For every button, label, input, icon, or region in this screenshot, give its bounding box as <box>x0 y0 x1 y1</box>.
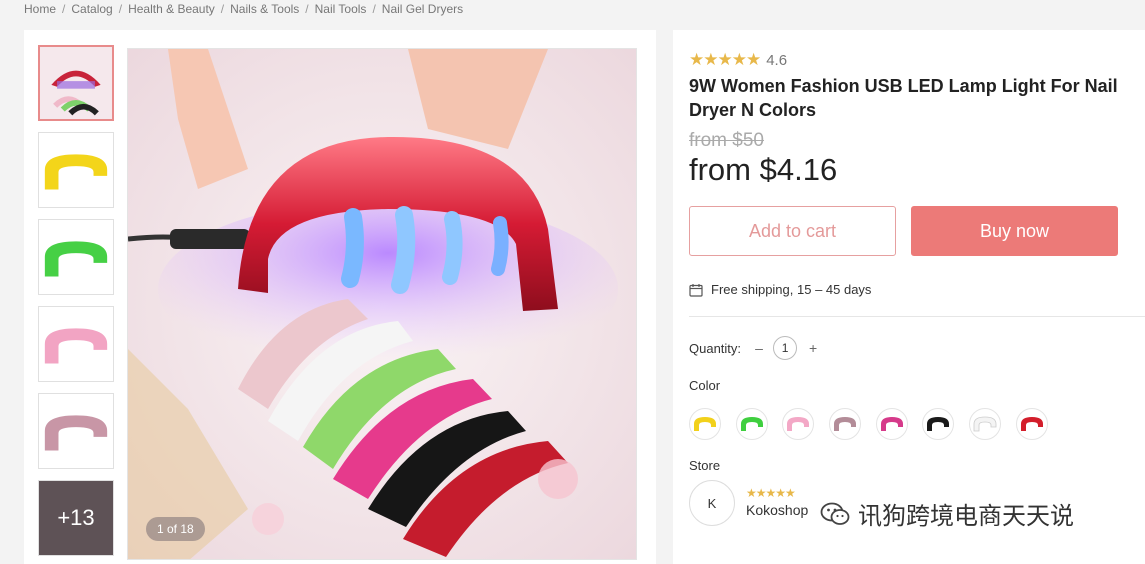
color-swatch-list <box>689 408 1063 440</box>
shipping-text: Free shipping, 15 – 45 days <box>711 282 872 297</box>
thumbnail-1[interactable] <box>38 45 114 121</box>
store-label: Store <box>689 458 721 473</box>
thumbnail-3[interactable] <box>38 219 114 295</box>
image-counter: 1 of 18 <box>146 517 205 541</box>
color-swatch-2[interactable] <box>735 408 768 440</box>
quantity-increase-button[interactable]: + <box>805 340 821 356</box>
breadcrumb-catalog[interactable]: Catalog <box>71 2 112 16</box>
product-title: 9W Women Fashion USB LED Lamp Light For … <box>689 76 1118 120</box>
buy-now-button[interactable]: Buy now <box>911 206 1118 256</box>
breadcrumb-health-beauty[interactable]: Health & Beauty <box>128 2 215 16</box>
quantity-value[interactable]: 1 <box>773 336 798 360</box>
color-swatch-5[interactable] <box>875 408 908 440</box>
thumbnail-more[interactable]: +13 <box>38 480 114 556</box>
product-rating: ★★★★★ 4.6 <box>689 50 787 70</box>
breadcrumb-nail-tools[interactable]: Nail Tools <box>315 2 367 16</box>
breadcrumb: Home / Catalog / Health & Beauty / Nails & Too… <box>24 2 463 16</box>
store-avatar[interactable]: K <box>689 480 735 526</box>
quantity-stepper: Quantity: – 1 + <box>689 336 821 360</box>
divider <box>689 316 1145 317</box>
color-swatch-7[interactable] <box>969 408 1002 440</box>
add-to-cart-button[interactable]: Add to cart <box>689 206 896 256</box>
rating-stars-icon: ★★★★★ <box>689 50 761 69</box>
color-swatch-3[interactable] <box>782 408 815 440</box>
wechat-icon <box>820 502 850 525</box>
main-product-image[interactable]: 1 of 18 <box>127 48 637 560</box>
color-swatch-6[interactable] <box>922 408 955 440</box>
watermark-text: 讯狗跨境电商天天说 <box>858 503 1074 530</box>
old-price: from $50 <box>689 130 764 151</box>
breadcrumb-home[interactable]: Home <box>24 2 56 16</box>
thumbnail-4[interactable] <box>38 306 114 382</box>
color-swatch-8[interactable] <box>1015 408 1048 440</box>
breadcrumb-separator: / <box>62 2 66 16</box>
quantity-label: Quantity: <box>689 340 742 356</box>
color-swatch-1[interactable] <box>689 408 721 440</box>
current-price: from $4.16 <box>689 152 838 187</box>
product-info: ★★★★★ 4.6 9W Women Fashion USB LED Lamp … <box>673 30 1145 564</box>
thumbnail-5[interactable] <box>38 393 114 469</box>
shipping-info: Free shipping, 15 – 45 days <box>689 282 871 297</box>
color-swatch-4[interactable] <box>829 408 862 440</box>
breadcrumb-separator: / <box>372 2 376 16</box>
thumbnail-list: +13 <box>38 45 114 564</box>
breadcrumb-nail-gel-dryers[interactable]: Nail Gel Dryers <box>382 2 463 16</box>
rating-value: 4.6 <box>766 51 788 69</box>
thumbnail-2[interactable] <box>38 132 114 208</box>
product-gallery: +13 1 of 18 <box>24 30 656 564</box>
watermark: 讯狗跨境电商天天说 <box>820 496 1074 531</box>
quantity-decrease-button[interactable]: – <box>751 340 767 356</box>
more-images-count: +13 <box>57 505 95 530</box>
store-rating-stars-icon: ★★★★★ <box>746 486 796 500</box>
breadcrumb-separator: / <box>305 2 309 16</box>
breadcrumb-nails-tools[interactable]: Nails & Tools <box>230 2 299 16</box>
calendar-icon <box>689 283 703 297</box>
color-label: Color <box>689 378 721 393</box>
breadcrumb-separator: / <box>220 2 225 16</box>
store-name[interactable]: Kokoshop <box>746 502 808 518</box>
breadcrumb-separator: / <box>118 2 123 16</box>
